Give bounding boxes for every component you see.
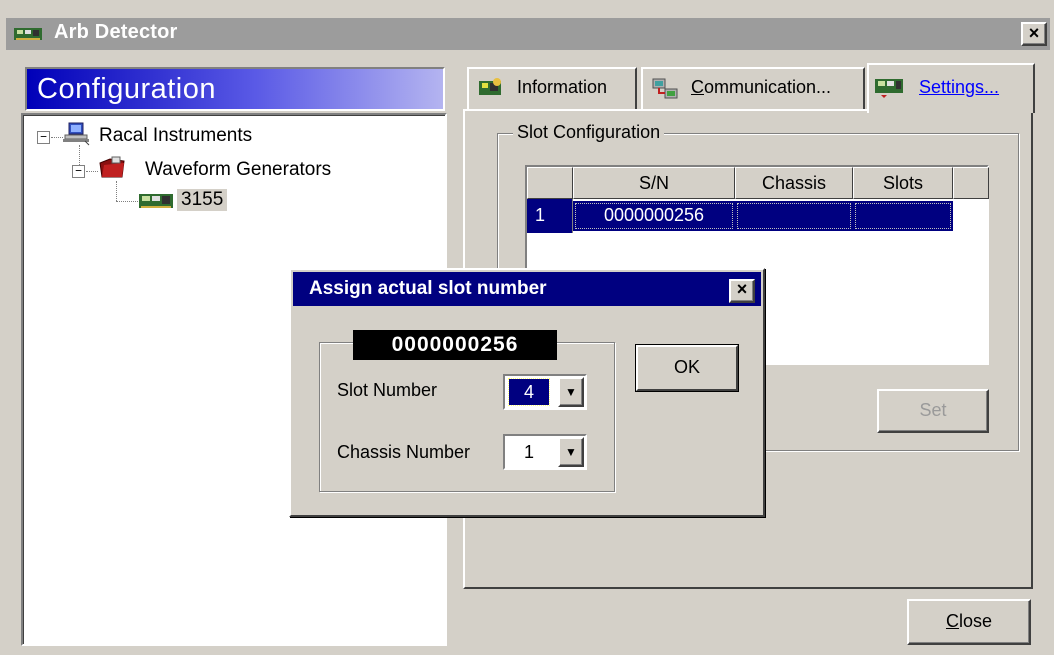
info-icon xyxy=(477,77,503,99)
grid-header-filler xyxy=(953,167,989,199)
grid-header-sn[interactable]: S/N xyxy=(573,167,735,199)
tab-communication-label: Communication... xyxy=(691,77,831,98)
chevron-down-icon[interactable]: ▼ xyxy=(558,437,584,467)
close-button-accelerator: C xyxy=(945,611,959,631)
arb-card-icon xyxy=(14,26,42,42)
tab-communication-rest: ommunication... xyxy=(704,77,832,97)
tree-collapse-waveform[interactable]: − xyxy=(72,165,85,178)
window-close-button[interactable]: × xyxy=(1021,22,1047,46)
tree-connector xyxy=(51,137,63,138)
folder-icon xyxy=(98,155,128,181)
slot-configuration-title: Slot Configuration xyxy=(513,122,665,143)
ok-button[interactable]: OK xyxy=(635,344,739,392)
set-button[interactable]: Set xyxy=(877,389,989,433)
chassis-number-select[interactable]: 1 ▼ xyxy=(503,434,587,470)
settings-icon xyxy=(875,75,905,99)
window-titlebar[interactable]: Arb Detector xyxy=(6,18,1050,50)
tab-information[interactable]: Information xyxy=(467,67,637,109)
tree-item-3155[interactable]: 3155 xyxy=(177,189,228,211)
chevron-down-icon[interactable]: ▼ xyxy=(558,377,584,407)
tree-item-racal-instruments[interactable]: Racal Instruments xyxy=(99,125,252,147)
grid-cell-sn[interactable]: 0000000256 xyxy=(573,201,735,231)
grid-cell-slots[interactable] xyxy=(853,201,953,231)
tab-settings-label: Settings... xyxy=(919,77,1000,97)
serial-number-label: 0000000256 xyxy=(353,330,557,360)
grid-cell-chassis[interactable] xyxy=(735,201,853,231)
tree-item-waveform-generators[interactable]: Waveform Generators xyxy=(145,159,331,181)
grid-header-chassis[interactable]: Chassis xyxy=(735,167,853,199)
tab-communication[interactable]: Communication... xyxy=(641,67,865,109)
window-title: Arb Detector xyxy=(54,21,178,43)
dialog-titlebar[interactable]: Assign actual slot number × xyxy=(293,272,761,306)
slot-number-select[interactable]: 4 ▼ xyxy=(503,374,587,410)
communication-icon xyxy=(651,77,681,101)
configuration-title: Configuration xyxy=(37,73,216,105)
arb-detector-window: Arb Detector × Configuration − Racal Ins… xyxy=(0,0,1054,655)
close-icon: × xyxy=(736,279,748,299)
tab-information-label: Information xyxy=(517,77,608,97)
chassis-number-value: 1 xyxy=(523,442,534,462)
slot-number-label: Slot Number xyxy=(337,380,438,400)
tree-connector xyxy=(116,201,138,202)
chassis-number-label: Chassis Number xyxy=(337,442,471,462)
ok-button-face: OK xyxy=(636,345,738,391)
grid-header-slots[interactable]: Slots xyxy=(853,167,953,199)
computer-icon xyxy=(63,121,93,147)
tab-settings[interactable]: Settings... xyxy=(867,63,1035,113)
dialog-title: Assign actual slot number xyxy=(309,278,547,299)
grid-corner-header xyxy=(527,167,573,199)
tab-communication-accelerator: C xyxy=(691,77,704,97)
close-button-rest: lose xyxy=(958,611,993,631)
assign-slot-dialog: Assign actual slot number × 0000000256 S… xyxy=(289,268,765,517)
tree-connector xyxy=(116,181,117,201)
arb-card-icon xyxy=(139,191,173,211)
tree-collapse-root[interactable]: − xyxy=(37,131,50,144)
dialog-close-button[interactable]: × xyxy=(729,279,755,303)
close-icon: × xyxy=(1028,23,1040,43)
slot-number-value: 4 xyxy=(508,378,550,406)
tree-connector xyxy=(86,171,98,172)
close-button[interactable]: Close xyxy=(907,599,1031,645)
grid-row-number[interactable]: 1 xyxy=(527,199,573,233)
configuration-header: Configuration xyxy=(25,67,445,111)
tree-connector xyxy=(79,145,80,165)
